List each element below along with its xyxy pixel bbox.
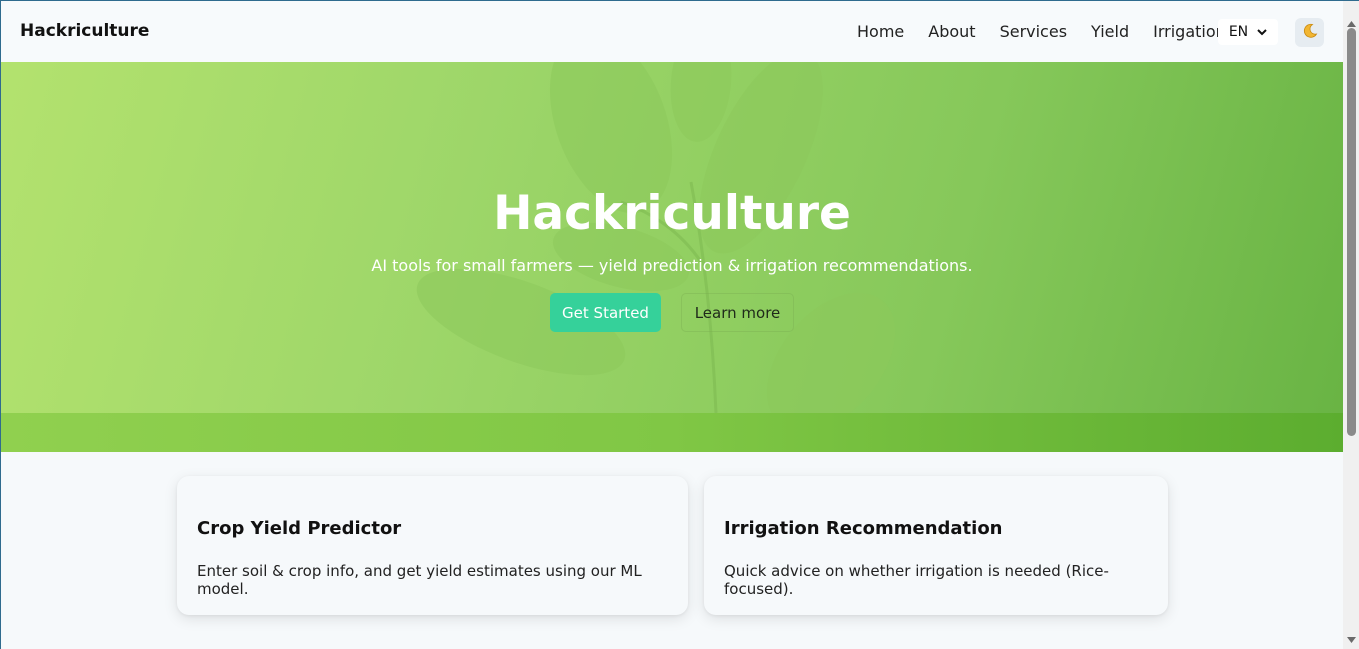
language-select[interactable]: EN <box>1218 19 1278 45</box>
site-header: Hackriculture Home About Services Yield … <box>1 1 1343 62</box>
crop-yield-card[interactable]: Crop Yield Predictor Enter soil & crop i… <box>177 476 688 615</box>
chevron-down-icon <box>1257 27 1267 38</box>
irrigation-card[interactable]: Irrigation Recommendation Quick advice o… <box>704 476 1168 615</box>
hero-bottom-band <box>1 413 1343 452</box>
get-started-button[interactable]: Get Started <box>550 293 661 332</box>
card-title: Crop Yield Predictor <box>197 518 402 539</box>
browser-frame: Hackriculture Home About Services Yield … <box>0 0 1359 649</box>
hero-subtitle: AI tools for small farmers — yield predi… <box>371 256 973 275</box>
main-nav: Home About Services Yield Irrigation <box>857 21 1226 43</box>
hero-title: Hackriculture <box>493 186 851 241</box>
learn-more-button[interactable]: Learn more <box>681 293 794 332</box>
card-description: Enter soil & crop info, and get yield es… <box>197 562 642 598</box>
nav-home[interactable]: Home <box>857 21 904 43</box>
vertical-scrollbar[interactable] <box>1343 1 1359 649</box>
page-viewport: Hackriculture Home About Services Yield … <box>1 1 1343 649</box>
card-title: Irrigation Recommendation <box>724 518 1003 539</box>
theme-toggle-button[interactable] <box>1295 18 1324 47</box>
scrollbar-thumb[interactable] <box>1347 28 1356 436</box>
nav-services[interactable]: Services <box>1000 21 1067 43</box>
moon-icon <box>1302 23 1318 43</box>
nav-about[interactable]: About <box>928 21 975 43</box>
card-description: Quick advice on whether irrigation is ne… <box>724 562 1109 598</box>
scroll-down-icon[interactable] <box>1343 631 1359 648</box>
language-value: EN <box>1228 24 1249 40</box>
nav-irrigation[interactable]: Irrigation <box>1153 21 1226 43</box>
brand-logo[interactable]: Hackriculture <box>20 21 149 41</box>
hero-section: Hackriculture AI tools for small farmers… <box>1 62 1343 413</box>
nav-yield[interactable]: Yield <box>1091 21 1129 43</box>
